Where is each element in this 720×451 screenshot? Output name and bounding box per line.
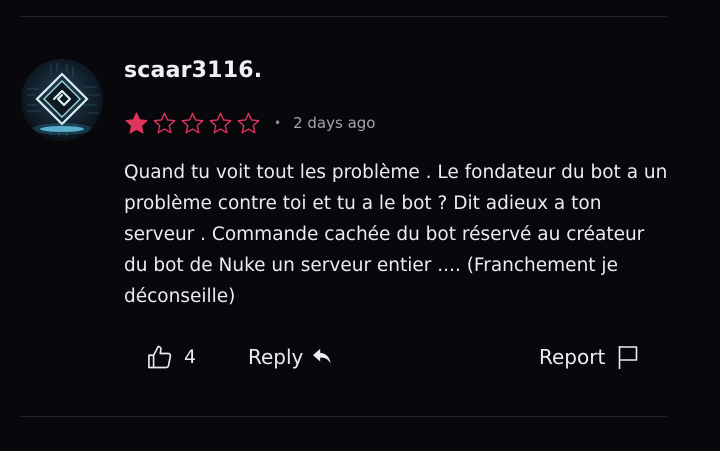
divider-bottom	[20, 416, 667, 417]
divider-top	[20, 16, 667, 17]
reply-arrow-icon	[313, 348, 332, 364]
geometric-logo-icon	[27, 63, 99, 137]
star-empty-icon	[209, 112, 232, 133]
star-empty-icon	[181, 112, 204, 133]
reply-label: Reply	[248, 345, 304, 369]
username[interactable]: scaar3116.	[124, 58, 262, 83]
reply-button[interactable]: Reply	[248, 345, 333, 369]
timestamp: 2 days ago	[293, 114, 376, 132]
report-label: Report	[539, 345, 606, 369]
review-text: Quand tu voit tout les problème . Le fon…	[124, 162, 668, 307]
report-button[interactable]: Report	[539, 344, 639, 370]
separator-dot: •	[274, 116, 282, 130]
avatar[interactable]	[21, 59, 103, 141]
flag-icon	[619, 346, 638, 369]
review-card: scaar3116. • 2 days ago Quand tu voit to…	[0, 0, 720, 451]
like-count: 4	[184, 346, 197, 368]
thumbs-up-icon	[148, 345, 172, 369]
like-button[interactable]: 4	[146, 343, 196, 371]
star-filled-icon	[125, 112, 148, 133]
rating: • 2 days ago	[124, 110, 375, 136]
star-empty-icon	[237, 112, 260, 133]
star-empty-icon	[153, 112, 176, 133]
